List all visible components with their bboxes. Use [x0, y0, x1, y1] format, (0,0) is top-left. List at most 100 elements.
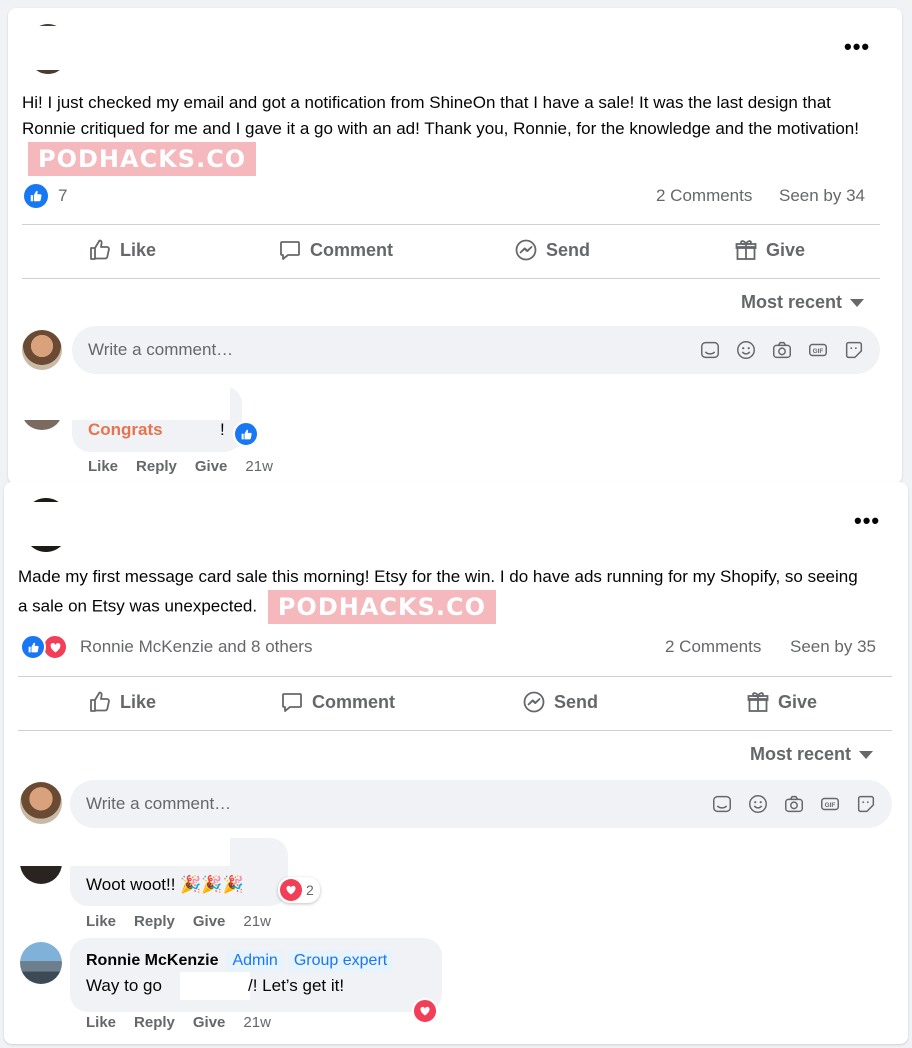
comment-reaction-count: 2 — [306, 882, 314, 898]
comment-reply-link[interactable]: Reply — [134, 913, 175, 930]
comment-label: Comment — [310, 239, 394, 260]
comment-icon — [280, 241, 300, 260]
comment-text-suffix: ! — [220, 420, 225, 439]
comment-actions: Like Reply Give 21w — [88, 458, 273, 475]
sort-dropdown[interactable]: Most recent — [750, 744, 874, 765]
love-icon — [280, 879, 302, 901]
love-reaction-icon[interactable] — [412, 998, 438, 1024]
caret-down-icon — [850, 298, 865, 307]
comment-author[interactable]: Ronnie McKenzie — [86, 952, 218, 970]
gif-icon[interactable]: GIF — [818, 792, 842, 816]
current-user-avatar[interactable] — [20, 782, 62, 824]
sort-dropdown[interactable]: Most recent — [741, 292, 865, 313]
comment-icon — [282, 693, 302, 712]
comment-text-end: /! Let’s get it! — [248, 976, 345, 995]
post-body: Hi! I just checked my email and got a no… — [22, 90, 872, 176]
comment-actions: Like Reply Give 21w — [86, 913, 271, 930]
comment-text: Congrats — [88, 420, 163, 439]
comment-button[interactable]: Comment — [280, 690, 395, 714]
gif-icon[interactable]: GIF — [806, 338, 830, 362]
post-body: Made my first message card sale this mor… — [18, 564, 868, 624]
comment-text-start: Way to go — [86, 976, 162, 995]
redacted-mention — [180, 972, 250, 1000]
reactors-summary[interactable]: Ronnie McKenzie and 8 others — [80, 637, 312, 657]
like-label: Like — [120, 239, 157, 260]
emoji-icon[interactable] — [746, 792, 770, 816]
comment-give-link[interactable]: Give — [193, 1014, 226, 1031]
group-expert-badge[interactable]: Group expert — [287, 950, 394, 972]
comment-reaction-pill[interactable]: 2 — [278, 877, 320, 903]
watermark: PODHACKS.CO — [267, 590, 497, 624]
more-options-icon[interactable]: ••• — [854, 510, 880, 532]
comment-label: Comment — [312, 691, 396, 712]
svg-text:GIF: GIF — [825, 802, 836, 809]
comment-timestamp[interactable]: 21w — [245, 458, 273, 475]
comment-give-link[interactable]: Give — [193, 913, 226, 930]
like-button[interactable]: Like — [88, 690, 156, 714]
comment-reply-link[interactable]: Reply — [136, 458, 177, 475]
redacted-author-name — [18, 26, 230, 70]
comment-input-box[interactable]: GIF — [72, 326, 880, 374]
caret-down-icon — [859, 750, 874, 759]
comment-input-box[interactable]: GIF — [70, 780, 892, 828]
redacted-commenter-name — [18, 376, 230, 420]
comment-like-link[interactable]: Like — [86, 913, 116, 930]
reaction-count[interactable]: 7 — [58, 186, 67, 206]
comment-button[interactable]: Comment — [278, 238, 393, 262]
comment-timestamp[interactable]: 21w — [243, 1014, 271, 1031]
gift-icon — [747, 692, 769, 712]
gift-icon — [735, 240, 757, 260]
redacted-commenter-name — [16, 830, 230, 866]
seen-by[interactable]: Seen by 34 — [779, 186, 865, 206]
give-label: Give — [778, 691, 818, 712]
seen-by[interactable]: Seen by 35 — [790, 637, 876, 657]
comment-text: Woot woot!! 🎉🎉🎉 — [86, 875, 244, 894]
comment-reply-link[interactable]: Reply — [134, 1014, 175, 1031]
emoji-icon[interactable] — [734, 338, 758, 362]
current-user-avatar[interactable] — [22, 330, 62, 370]
watermark: PODHACKS.CO — [28, 142, 257, 176]
comment-input[interactable] — [88, 340, 648, 360]
send-label: Send — [554, 691, 599, 712]
ronnie-avatar[interactable] — [20, 942, 62, 984]
send-label: Send — [546, 239, 591, 260]
give-button[interactable]: Give — [734, 238, 805, 262]
post-card-1: ••• Hi! I just checked my email and got … — [8, 8, 902, 484]
comment-timestamp[interactable]: 21w — [243, 913, 271, 930]
svg-text:GIF: GIF — [813, 348, 824, 355]
sticker-icon[interactable] — [698, 338, 722, 362]
divider — [18, 676, 892, 677]
comment-like-link[interactable]: Like — [86, 1014, 116, 1031]
messenger-icon — [523, 691, 545, 713]
comment-author-row: Ronnie McKenzie Admin Group expert — [86, 950, 394, 972]
comment-input[interactable] — [86, 794, 646, 814]
send-button[interactable]: Send — [514, 238, 590, 262]
comment-give-link[interactable]: Give — [195, 458, 228, 475]
sort-label: Most recent — [741, 292, 843, 312]
comment-actions: Like Reply Give 21w — [86, 1014, 271, 1031]
camera-icon[interactable] — [782, 792, 806, 816]
like-reaction-icon[interactable] — [24, 184, 48, 208]
like-reaction-icon[interactable] — [233, 421, 259, 447]
post-card-2: ••• Made my first message card sale this… — [4, 482, 908, 1044]
like-button[interactable]: Like — [88, 238, 156, 262]
redacted-author-name — [14, 502, 230, 546]
avatar-sticker-icon[interactable] — [842, 338, 866, 362]
comment-tools: GIF — [710, 792, 878, 816]
comments-count[interactable]: 2 Comments — [656, 186, 752, 206]
give-label: Give — [766, 239, 806, 260]
divider — [22, 224, 880, 225]
camera-icon[interactable] — [770, 338, 794, 362]
comment-like-link[interactable]: Like — [88, 458, 118, 475]
like-icon — [90, 239, 110, 260]
sort-label: Most recent — [750, 744, 852, 764]
comments-count[interactable]: 2 Comments — [665, 637, 761, 657]
admin-badge[interactable]: Admin — [226, 950, 284, 972]
sticker-icon[interactable] — [710, 792, 734, 816]
like-label: Like — [120, 691, 157, 712]
like-reaction-icon[interactable] — [20, 634, 46, 660]
send-button[interactable]: Send — [522, 690, 598, 714]
give-button[interactable]: Give — [746, 690, 817, 714]
more-options-icon[interactable]: ••• — [844, 36, 870, 58]
avatar-sticker-icon[interactable] — [854, 792, 878, 816]
